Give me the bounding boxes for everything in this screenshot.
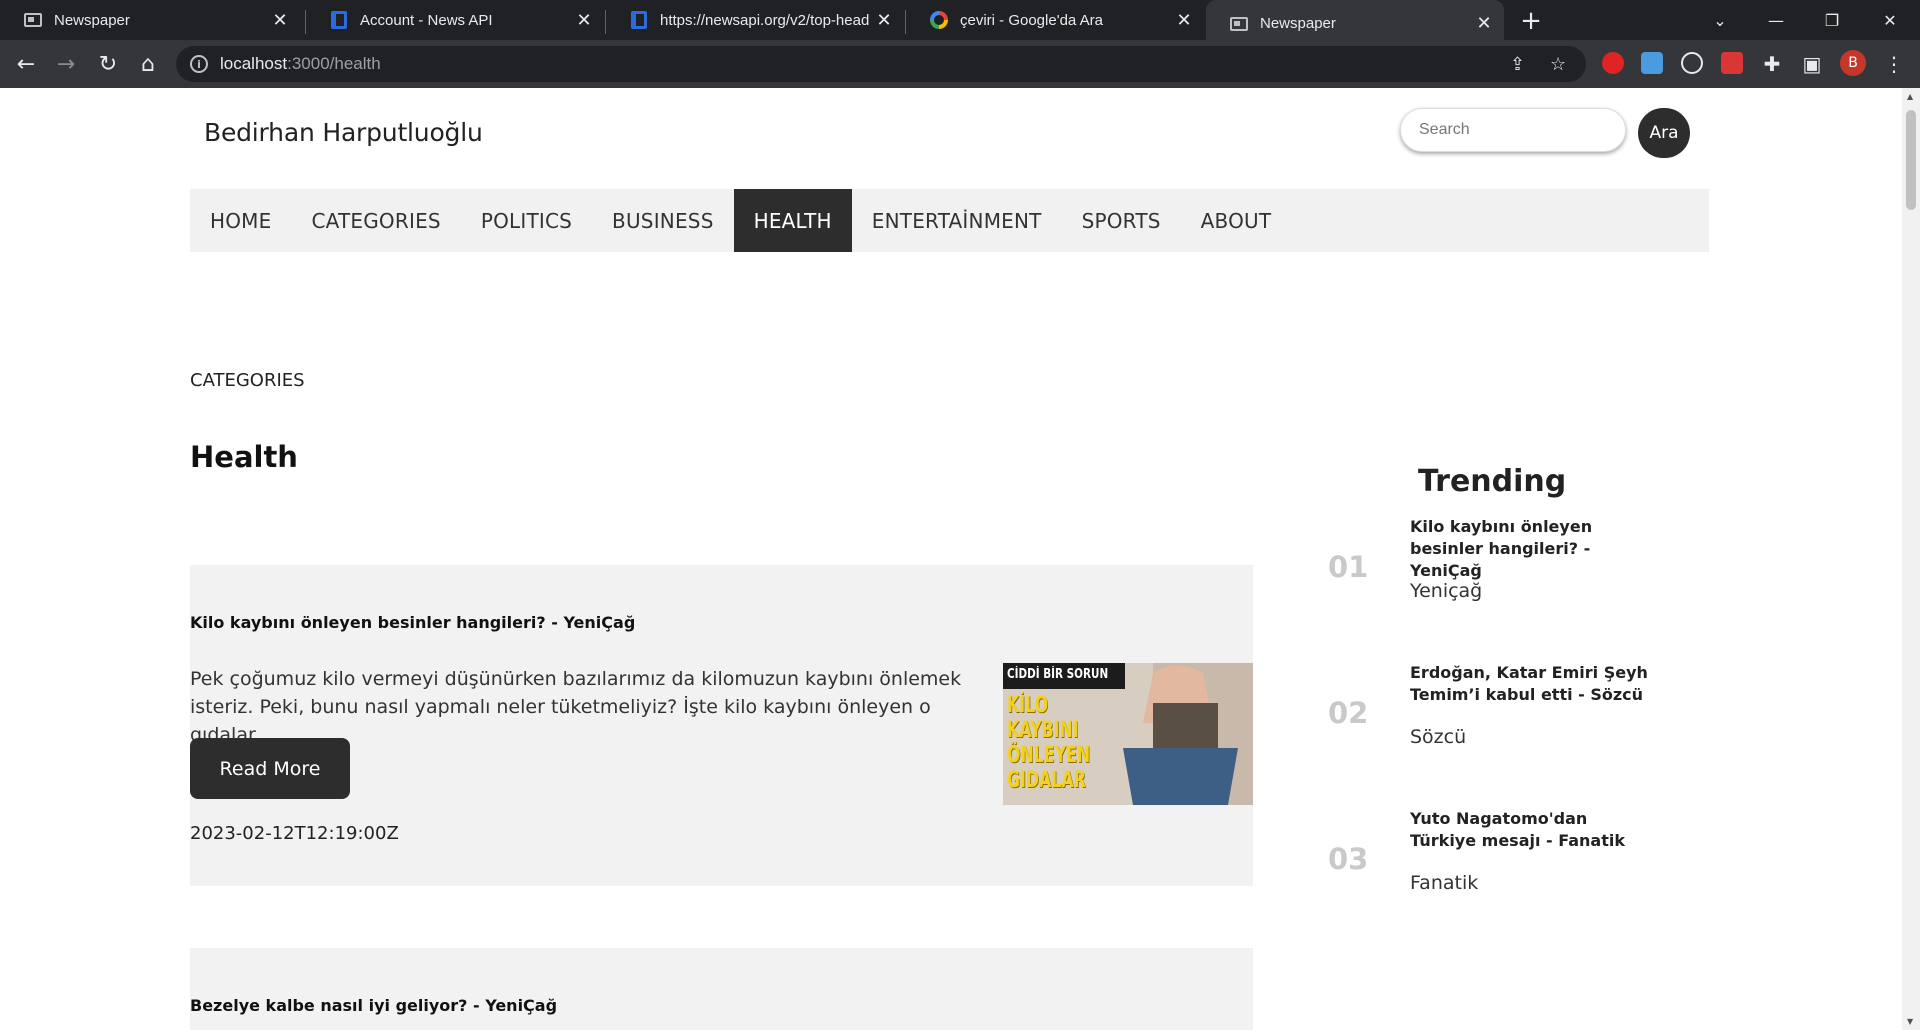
trending-source: Sözcü: [1410, 726, 1467, 748]
nav-about[interactable]: ABOUT: [1181, 189, 1292, 252]
close-window-icon[interactable]: ✕: [1862, 0, 1918, 40]
article-title[interactable]: Kilo kaybını önleyen besinler hangileri?…: [190, 613, 635, 632]
address-bar[interactable]: i localhost:3000/health ⇪ ☆: [176, 46, 1586, 82]
address-url: localhost:3000/health: [220, 54, 381, 73]
article-description: Pek çoğumuz kilo vermeyi düşünürken bazı…: [190, 668, 962, 746]
thumbnail-headline: KİLO KAYBINI ÖNLEYEN GIDALAR: [1007, 693, 1091, 793]
trending-title[interactable]: Yuto Nagatomo'dan Türkiye mesajı - Fanat…: [1410, 808, 1650, 852]
profile-avatar[interactable]: B: [1840, 50, 1866, 76]
reload-icon[interactable]: ↻: [92, 48, 124, 80]
extension-mic-icon[interactable]: [1681, 52, 1703, 74]
trending-heading: Trending: [1418, 464, 1567, 499]
tab-title: https://newsapi.org/v2/top-head: [660, 11, 870, 29]
site-info-icon[interactable]: i: [190, 55, 208, 73]
article-thumbnail[interactable]: CİDDİ BİR SORUN KİLO KAYBINI ÖNLEYEN GID…: [1003, 663, 1253, 805]
nav-entertainment[interactable]: ENTERTAİNMENT: [852, 189, 1062, 252]
close-tab-icon[interactable]: ✕: [870, 10, 898, 31]
menu-kebab-icon[interactable]: ⋮: [1878, 48, 1910, 80]
trending-source: Fanatik: [1410, 872, 1479, 894]
scroll-up-arrow-icon[interactable]: ▲: [1907, 92, 1913, 101]
trending-item[interactable]: 03 Yuto Nagatomo'dan Türkiye mesajı - Fa…: [1310, 808, 1710, 918]
nav-health[interactable]: HEALTH: [733, 189, 852, 252]
nav-home[interactable]: HOME: [190, 189, 291, 252]
search-input[interactable]: [1400, 108, 1626, 152]
read-more-button[interactable]: Read More: [190, 738, 350, 799]
tab-title: çeviri - Google'da Ara: [960, 11, 1103, 29]
browser-tab[interactable]: çeviri - Google'da Ara ✕: [906, 0, 1204, 40]
extensions-puzzle-icon[interactable]: ✚: [1756, 48, 1788, 80]
article-card: Bezelye kalbe nasıl iyi geliyor? - YeniÇ…: [190, 948, 1253, 1030]
share-icon[interactable]: ⇪: [1510, 54, 1525, 75]
tab-search-chevron-icon[interactable]: ⌄: [1692, 0, 1748, 40]
scroll-down-arrow-icon[interactable]: ▼: [1907, 1017, 1913, 1026]
newspaper-favicon: [24, 11, 42, 29]
nav-categories[interactable]: CATEGORIES: [291, 189, 460, 252]
main-nav: HOME CATEGORIES POLITICS BUSINESS HEALTH…: [190, 189, 1709, 252]
trending-source: Yeniçağ: [1410, 580, 1483, 602]
tab-title: Account - News API: [360, 11, 493, 29]
browser-tab[interactable]: https://newsapi.org/v2/top-head ✕: [606, 0, 904, 40]
close-tab-icon[interactable]: ✕: [570, 10, 598, 31]
home-icon[interactable]: ⌂: [132, 48, 164, 80]
page-title: Health: [190, 440, 298, 474]
new-tab-icon[interactable]: +: [1515, 6, 1547, 38]
newsapi-favicon: [330, 11, 348, 29]
newsapi-favicon: [630, 11, 648, 29]
close-tab-icon[interactable]: ✕: [1170, 10, 1198, 31]
search-button[interactable]: Ara: [1638, 108, 1690, 158]
newspaper-favicon: [1230, 15, 1248, 33]
scrollbar-thumb[interactable]: [1906, 110, 1916, 210]
page-viewport: Bedirhan Harputluoğlu Ara HOME CATEGORIE…: [0, 88, 1902, 1030]
extension-red-icon[interactable]: [1602, 52, 1624, 74]
article-card: Kilo kaybını önleyen besinler hangileri?…: [190, 565, 1253, 886]
nav-business[interactable]: BUSINESS: [592, 189, 734, 252]
browser-toolbar: ← → ↻ ⌂ i localhost:3000/health ⇪ ☆ ✚ ▣ …: [0, 40, 1920, 88]
browser-tab[interactable]: Newspaper ✕: [0, 0, 300, 40]
trending-number: 02: [1328, 696, 1369, 730]
extension-red-square-icon[interactable]: [1721, 52, 1743, 74]
extension-cloud-icon[interactable]: [1641, 52, 1663, 74]
nav-politics[interactable]: POLITICS: [461, 189, 592, 252]
nav-sports[interactable]: SPORTS: [1062, 189, 1181, 252]
page-scrollbar[interactable]: ▲ ▼: [1902, 88, 1920, 1030]
side-panel-icon[interactable]: ▣: [1796, 48, 1828, 80]
site-brand[interactable]: Bedirhan Harputluoğlu: [204, 118, 483, 147]
breadcrumb: CATEGORIES: [190, 370, 305, 391]
thumbnail-banner: CİDDİ BİR SORUN: [1007, 667, 1109, 682]
close-tab-icon[interactable]: ✕: [266, 10, 294, 31]
browser-tab[interactable]: Account - News API ✕: [306, 0, 604, 40]
back-icon[interactable]: ←: [10, 48, 42, 80]
tab-title: Newspaper: [1260, 15, 1336, 32]
trending-title[interactable]: Kilo kaybını önleyen besinler hangileri?…: [1410, 516, 1650, 582]
close-tab-icon[interactable]: ✕: [1470, 13, 1498, 34]
trending-item[interactable]: 01 Kilo kaybını önleyen besinler hangile…: [1310, 516, 1710, 626]
article-date: 2023-02-12T12:19:00Z: [190, 823, 399, 844]
forward-icon[interactable]: →: [50, 48, 82, 80]
bookmark-star-icon[interactable]: ☆: [1550, 54, 1566, 75]
minimize-icon[interactable]: —: [1748, 0, 1804, 40]
article-title[interactable]: Bezelye kalbe nasıl iyi geliyor? - YeniÇ…: [190, 996, 557, 1015]
trending-title[interactable]: Erdoğan, Katar Emiri Şeyh Temim’i kabul …: [1410, 662, 1650, 706]
tab-title: Newspaper: [54, 11, 130, 29]
google-favicon: [930, 11, 948, 29]
trending-number: 03: [1328, 842, 1369, 876]
trending-number: 01: [1328, 550, 1369, 584]
trending-item[interactable]: 02 Erdoğan, Katar Emiri Şeyh Temim’i kab…: [1310, 662, 1710, 772]
restore-icon[interactable]: ❐: [1804, 0, 1860, 40]
